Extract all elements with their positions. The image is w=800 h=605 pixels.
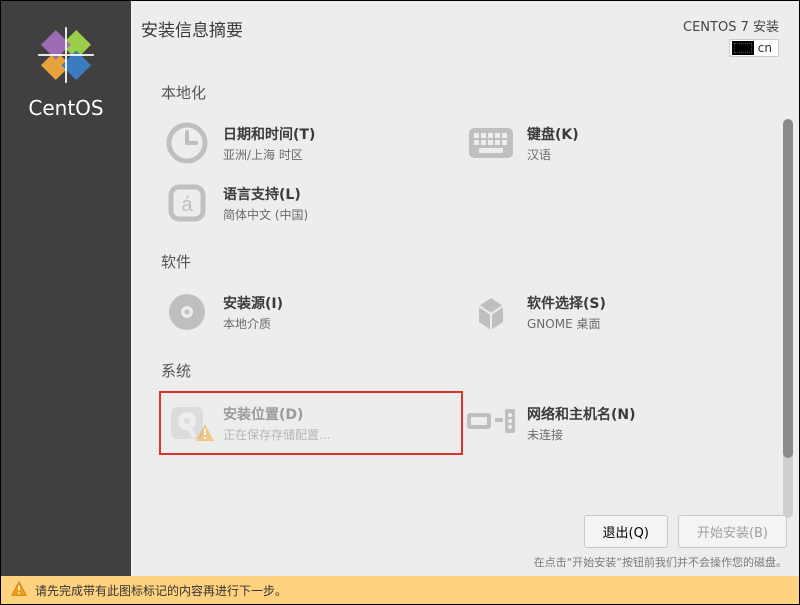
spoke-network-status: 未连接 (527, 426, 636, 443)
spoke-language[interactable]: á 语言支持(L) 简体中文 (中国) (161, 173, 465, 233)
spoke-keyboard-status: 汉语 (527, 146, 579, 163)
section-localization-title: 本地化 (161, 82, 769, 103)
scrollbar-thumb[interactable] (783, 119, 793, 458)
clock-icon (161, 121, 213, 165)
brand-label: CentOS (28, 96, 103, 120)
keyboard-layout-indicator[interactable]: cn (729, 39, 779, 57)
keyboard-icon (732, 41, 754, 55)
spoke-install-source[interactable]: 安装源(I) 本地介质 (161, 282, 465, 342)
footer: 退出(Q) 开始安装(B) 在点击“开始安装”按钮前我们并不会操作您的磁盘。 (534, 515, 787, 570)
spoke-keyboard[interactable]: 键盘(K) 汉语 (465, 113, 769, 173)
product-label: CENTOS 7 安装 (683, 16, 779, 35)
spoke-language-title: 语言支持(L) (223, 184, 308, 204)
spoke-install-source-status: 本地介质 (223, 315, 283, 332)
scrollbar[interactable] (783, 119, 793, 518)
content-area: 本地化 日期和时间(T) 亚洲/上海 时区 键盘(K) (131, 59, 799, 578)
warning-bar: 请先完成带有此图标标记的内容再进行下一步。 (1, 576, 799, 604)
section-system-title: 系统 (161, 360, 769, 381)
spoke-datetime-title: 日期和时间(T) (223, 124, 315, 144)
spoke-software-selection[interactable]: 软件选择(S) GNOME 桌面 (465, 282, 769, 342)
warning-bar-icon (11, 581, 27, 600)
quit-button[interactable]: 退出(Q) (584, 515, 668, 548)
page-title: 安装信息摘要 (141, 16, 243, 41)
spoke-network[interactable]: 网络和主机名(N) 未连接 (465, 391, 769, 455)
keyboard-layout-label: cn (758, 41, 772, 55)
spoke-install-destination-title: 安装位置(D) (223, 404, 330, 424)
spoke-datetime[interactable]: 日期和时间(T) 亚洲/上海 时区 (161, 113, 465, 173)
header: 安装信息摘要 CENTOS 7 安装 cn (131, 1, 799, 59)
spoke-keyboard-title: 键盘(K) (527, 124, 579, 144)
sidebar: CentOS (1, 1, 131, 603)
spoke-install-source-title: 安装源(I) (223, 293, 283, 313)
harddisk-icon (161, 401, 213, 445)
main-panel: 安装信息摘要 CENTOS 7 安装 cn 本地化 日期和时间( (131, 1, 799, 578)
section-software-title: 软件 (161, 251, 769, 272)
spoke-software-selection-title: 软件选择(S) (527, 293, 606, 313)
spoke-language-status: 简体中文 (中国) (223, 206, 308, 223)
footer-hint: 在点击“开始安装”按钮前我们并不会操作您的磁盘。 (534, 554, 787, 570)
network-icon (465, 401, 517, 445)
spoke-network-title: 网络和主机名(N) (527, 404, 636, 424)
language-icon: á (161, 181, 213, 225)
svg-text:á: á (181, 194, 193, 216)
centos-logo-icon (37, 26, 95, 88)
disc-icon (161, 290, 213, 334)
warning-bar-text: 请先完成带有此图标标记的内容再进行下一步。 (35, 582, 287, 599)
keyboard-large-icon (465, 121, 517, 165)
spoke-datetime-status: 亚洲/上海 时区 (223, 146, 315, 163)
spoke-software-selection-status: GNOME 桌面 (527, 315, 606, 332)
begin-install-button[interactable]: 开始安装(B) (678, 515, 787, 548)
package-icon (465, 290, 517, 334)
spoke-install-destination[interactable]: 安装位置(D) 正在保存存储配置... (159, 391, 463, 455)
spoke-install-destination-status: 正在保存存储配置... (223, 426, 330, 443)
warning-icon (195, 423, 215, 447)
